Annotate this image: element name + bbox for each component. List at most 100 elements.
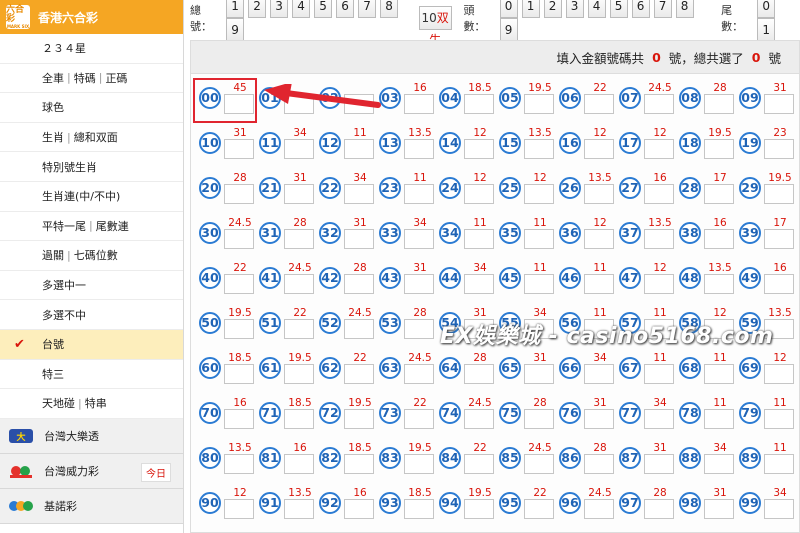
number-ball[interactable]: 20 — [199, 177, 221, 199]
number-ball[interactable]: 17 — [619, 132, 641, 154]
number-ball[interactable]: 79 — [739, 402, 761, 424]
number-ball[interactable]: 30 — [199, 222, 221, 244]
game-item-1[interactable]: 台灣威力彩 今日 — [0, 453, 183, 489]
game-item-2[interactable]: 基諾彩 — [0, 488, 183, 524]
amount-input[interactable] — [464, 364, 494, 384]
head-button-0[interactable]: 0 — [499, 0, 518, 18]
number-ball[interactable]: 83 — [379, 447, 401, 469]
head-button-8[interactable]: 8 — [675, 0, 694, 18]
number-ball[interactable]: 90 — [199, 492, 221, 514]
number-ball[interactable]: 45 — [499, 267, 521, 289]
number-ball[interactable]: 41 — [259, 267, 281, 289]
number-ball[interactable]: 09 — [739, 87, 761, 109]
amount-input[interactable] — [524, 454, 554, 474]
number-ball[interactable]: 07 — [619, 87, 641, 109]
number-ball[interactable]: 87 — [619, 447, 641, 469]
number-ball[interactable]: 86 — [559, 447, 581, 469]
number-ball[interactable]: 74 — [439, 402, 461, 424]
number-ball[interactable]: 38 — [679, 222, 701, 244]
number-ball[interactable]: 33 — [379, 222, 401, 244]
number-ball[interactable]: 18 — [679, 132, 701, 154]
amount-input[interactable] — [524, 184, 554, 204]
amount-input[interactable] — [524, 409, 554, 429]
sidebar-item-0[interactable]: ２３４星 — [0, 34, 183, 64]
number-ball[interactable]: 89 — [739, 447, 761, 469]
number-ball[interactable]: 93 — [379, 492, 401, 514]
head-button-6[interactable]: 6 — [631, 0, 650, 18]
sidebar-item-3[interactable]: 生肖 | 總和双面 — [0, 123, 183, 153]
number-ball[interactable]: 77 — [619, 402, 641, 424]
number-ball[interactable]: 22 — [319, 177, 341, 199]
number-ball[interactable]: 14 — [439, 132, 461, 154]
number-ball[interactable]: 32 — [319, 222, 341, 244]
amount-input[interactable] — [584, 94, 614, 114]
total-button-7[interactable]: 7 — [358, 0, 377, 18]
amount-input[interactable] — [644, 409, 674, 429]
number-ball[interactable]: 15 — [499, 132, 521, 154]
number-ball[interactable]: 72 — [319, 402, 341, 424]
total-button-9[interactable]: 9 — [226, 18, 245, 42]
number-ball[interactable]: 39 — [739, 222, 761, 244]
number-ball[interactable]: 05 — [499, 87, 521, 109]
amount-input[interactable] — [284, 454, 314, 474]
sidebar-item-4[interactable]: 特別號生肖 — [0, 152, 183, 182]
amount-input[interactable] — [404, 184, 434, 204]
number-ball[interactable]: 52 — [319, 312, 341, 334]
amount-input[interactable] — [224, 274, 254, 294]
amount-input[interactable] — [704, 94, 734, 114]
sidebar-header[interactable]: 六合彩 MARK SIX 香港六合彩 — [0, 0, 183, 34]
amount-input[interactable] — [704, 139, 734, 159]
amount-input[interactable] — [464, 274, 494, 294]
amount-input[interactable] — [584, 229, 614, 249]
number-ball[interactable]: 75 — [499, 402, 521, 424]
amount-input[interactable] — [764, 409, 794, 429]
number-ball[interactable]: 68 — [679, 357, 701, 379]
amount-input[interactable] — [404, 319, 434, 339]
amount-input[interactable] — [524, 94, 554, 114]
sidebar-item-2[interactable]: 球色 — [0, 93, 183, 123]
amount-input[interactable] — [224, 364, 254, 384]
amount-input[interactable] — [284, 274, 314, 294]
total-button-8[interactable]: 8 — [380, 0, 399, 18]
amount-input[interactable] — [704, 499, 734, 519]
head-button-7[interactable]: 7 — [653, 0, 672, 18]
amount-input[interactable] — [224, 454, 254, 474]
number-ball[interactable]: 50 — [199, 312, 221, 334]
number-ball[interactable]: 04 — [439, 87, 461, 109]
head-button-4[interactable]: 4 — [587, 0, 606, 18]
amount-input[interactable] — [284, 229, 314, 249]
amount-input[interactable] — [644, 454, 674, 474]
amount-input[interactable] — [524, 229, 554, 249]
number-ball[interactable]: 10 — [199, 132, 221, 154]
amount-input[interactable] — [584, 454, 614, 474]
sidebar-item-9[interactable]: 多選不中 — [0, 300, 183, 330]
amount-input[interactable] — [404, 454, 434, 474]
number-ball[interactable]: 85 — [499, 447, 521, 469]
total-button-2[interactable]: 2 — [248, 0, 267, 18]
amount-input[interactable] — [704, 454, 734, 474]
amount-input[interactable] — [584, 274, 614, 294]
amount-input[interactable] — [284, 364, 314, 384]
number-ball[interactable]: 28 — [679, 177, 701, 199]
number-ball[interactable]: 82 — [319, 447, 341, 469]
number-ball[interactable]: 37 — [619, 222, 641, 244]
amount-input[interactable] — [224, 139, 254, 159]
head-button-5[interactable]: 5 — [609, 0, 628, 18]
number-ball[interactable]: 61 — [259, 357, 281, 379]
number-ball[interactable]: 27 — [619, 177, 641, 199]
amount-input[interactable] — [344, 454, 374, 474]
number-ball[interactable]: 11 — [259, 132, 281, 154]
total-button-1[interactable]: 1 — [226, 0, 245, 18]
number-ball[interactable]: 35 — [499, 222, 521, 244]
head-button-1[interactable]: 1 — [521, 0, 540, 18]
number-ball[interactable]: 71 — [259, 402, 281, 424]
number-ball[interactable]: 91 — [259, 492, 281, 514]
amount-input[interactable] — [224, 184, 254, 204]
number-ball[interactable]: 69 — [739, 357, 761, 379]
amount-input[interactable] — [524, 364, 554, 384]
amount-input[interactable] — [644, 229, 674, 249]
number-ball[interactable]: 42 — [319, 267, 341, 289]
amount-input[interactable] — [344, 499, 374, 519]
amount-input[interactable] — [764, 139, 794, 159]
number-ball[interactable]: 43 — [379, 267, 401, 289]
